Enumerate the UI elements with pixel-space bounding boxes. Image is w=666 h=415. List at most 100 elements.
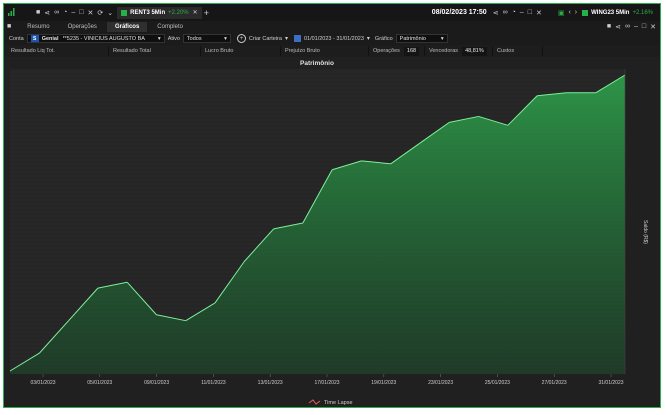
account-select[interactable]: S Genial **5235 - VINICIUS AUGUSTO BA ▾: [26, 34, 165, 43]
custos-label: Custos: [497, 48, 515, 54]
legend[interactable]: Time Lapse: [308, 399, 353, 406]
patrimonio-chart[interactable]: Patrimônio 03/01/2023 05/01/2023 09/01/202…: [4, 57, 660, 408]
chart-tab-icon-right: [582, 9, 589, 16]
chevron-down-icon: ▾: [366, 36, 370, 42]
x-axis-ticks: 03/01/2023 05/01/2023 09/01/2023 11/01/2023…: [30, 374, 624, 386]
x-tick-label: 27/01/2023: [542, 380, 567, 386]
arrow-down-icon[interactable]: ⌄: [107, 9, 113, 17]
asset-tab-wing23[interactable]: WING23 5Min +2.16%: [579, 7, 656, 19]
tab-graficos[interactable]: Gráficos: [106, 21, 148, 32]
refresh-icon[interactable]: ⟳: [97, 9, 103, 17]
bar-chart-icon[interactable]: [8, 7, 16, 18]
chevron-down-icon: ▾: [440, 35, 444, 42]
chart-title: Patrimônio: [300, 60, 334, 67]
plus-circle-icon: +: [236, 34, 246, 43]
app-window: ■ ⋖ ∞ ◔ – □ ✕ ⟳ ⌄ RENT3 5Min +2.20% ✕ + …: [3, 3, 661, 408]
grafico-select[interactable]: Patrimônio ▾: [395, 34, 448, 43]
x-tick-label: 17/01/2023: [314, 380, 339, 386]
lucro-bruto-cell: Lucro Bruto: [201, 46, 281, 56]
asset-change: +2.20%: [168, 9, 189, 16]
video-icon[interactable]: ■: [36, 9, 40, 16]
resultado-liq-label: Resultado Liq Tot.: [11, 48, 55, 54]
resultado-total-label: Resultado Total: [113, 48, 151, 54]
ativo-value: Todos: [186, 35, 202, 42]
link-icon-right-small[interactable]: ∞: [625, 23, 630, 30]
close-icon[interactable]: ✕: [87, 9, 93, 17]
x-tick-label: 19/01/2023: [371, 380, 396, 386]
conta-label: Conta: [9, 35, 24, 42]
operacoes-value: 168: [403, 46, 420, 56]
back-icon[interactable]: ‹: [568, 9, 570, 16]
operacoes-label: Operações: [373, 48, 400, 54]
chart-tab-icon: [121, 9, 128, 16]
x-tick-label: 23/01/2023: [428, 380, 453, 386]
asset-symbol-right: WING23 5Min: [591, 9, 630, 16]
prejuizo-bruto-label: Prejuízo Bruto: [285, 48, 320, 54]
tab-resumo[interactable]: Resumo: [19, 22, 57, 32]
tab-operacoes[interactable]: Operações: [60, 22, 105, 32]
vencedoras-label: Vencedoras: [429, 48, 459, 54]
x-tick-label: 13/01/2023: [258, 380, 283, 386]
x-tick-label: 11/01/2023: [201, 380, 226, 386]
criar-carteira-label: Criar Carteira: [248, 35, 282, 42]
share-icon[interactable]: ⋖: [44, 9, 50, 17]
forward-icon[interactable]: ›: [575, 9, 577, 16]
broker-icon: S: [30, 35, 39, 42]
chevron-down-icon: ▾: [284, 36, 288, 42]
lucro-bruto-label: Lucro Bruto: [205, 48, 234, 54]
filter-row: Conta S Genial **5235 - VINICIUS AUGUSTO…: [4, 32, 660, 45]
asset-symbol: RENT3 5Min: [130, 9, 166, 16]
close-icon-right-small[interactable]: ✕: [650, 23, 656, 31]
resultado-total-cell: Resultado Total: [109, 46, 201, 56]
operacoes-cell: Operações 168: [369, 46, 425, 56]
prejuizo-bruto-cell: Prejuízo Bruto: [281, 46, 369, 56]
calendar-icon: [293, 35, 301, 42]
minimize-icon-right[interactable]: –: [520, 9, 524, 16]
share-icon-right[interactable]: ⋖: [493, 9, 499, 17]
link-icon[interactable]: ∞: [54, 9, 59, 16]
account-name: **5235 - VINICIUS AUGUSTO BA: [62, 35, 145, 42]
restore-icon-right[interactable]: □: [528, 9, 532, 16]
x-tick-label: 05/01/2023: [87, 380, 112, 386]
video-icon-small[interactable]: ■: [7, 23, 11, 30]
chart-panel[interactable]: Patrimônio 03/01/2023 05/01/2023 09/01/202…: [4, 57, 660, 408]
x-tick-label: 09/01/2023: [144, 380, 169, 386]
legend-line-icon: [308, 399, 321, 405]
x-tick-label: 03/01/2023: [30, 380, 55, 386]
y-axis-label: Saldo (R$): [642, 220, 648, 244]
top-bar: ■ ⋖ ∞ ◔ – □ ✕ ⟳ ⌄ RENT3 5Min +2.20% ✕ + …: [4, 4, 660, 21]
x-tick-label: 31/01/2023: [598, 380, 623, 386]
criar-carteira-button[interactable]: + Criar Carteira ▾: [236, 34, 288, 43]
restore-icon-right-small[interactable]: □: [642, 23, 646, 30]
add-tab-icon[interactable]: +: [204, 8, 209, 18]
resultado-liq-cell: Resultado Liq Tot.: [7, 46, 109, 56]
x-tick-label: 25/01/2023: [485, 380, 510, 386]
ativo-select[interactable]: Todos ▾: [182, 34, 231, 43]
clock-icon-right[interactable]: ◔: [512, 9, 516, 16]
link-icon-right[interactable]: ∞: [503, 9, 508, 16]
grafico-value: Patrimônio: [399, 35, 426, 42]
image-icon[interactable]: ▣: [558, 9, 565, 17]
broker-name: Genial: [41, 35, 59, 42]
custos-cell: Custos: [493, 46, 543, 56]
minimize-icon-right-small[interactable]: –: [634, 23, 638, 30]
legend-label: Time Lapse: [324, 400, 353, 406]
grafico-label: Gráfico: [374, 35, 393, 42]
chevron-down-icon: ▾: [224, 35, 227, 42]
video-icon-right-small[interactable]: ■: [607, 23, 611, 30]
date-range-picker[interactable]: 01/01/2023 - 31/01/2023 ▾: [293, 35, 370, 42]
chevron-down-icon: ▾: [157, 35, 161, 42]
tabs-row: ■ Resumo Operações Gráficos Completo ■ ⋖…: [4, 21, 660, 32]
clock-icon[interactable]: ◔: [63, 9, 67, 16]
minimize-icon[interactable]: –: [71, 9, 75, 16]
restore-icon[interactable]: □: [79, 9, 83, 16]
datetime: 08/02/2023 17:50: [431, 9, 487, 16]
tab-close-icon[interactable]: ✕: [193, 9, 198, 16]
ativo-label: Ativo: [167, 35, 180, 42]
asset-tab-rent3[interactable]: RENT3 5Min +2.20% ✕: [117, 6, 202, 19]
date-range-value: 01/01/2023 - 31/01/2023: [303, 35, 364, 42]
vencedoras-value: 48,81%: [462, 46, 487, 56]
share-icon-right-small[interactable]: ⋖: [615, 23, 621, 31]
tab-completo[interactable]: Completo: [149, 22, 191, 32]
close-icon-right[interactable]: ✕: [536, 9, 542, 17]
